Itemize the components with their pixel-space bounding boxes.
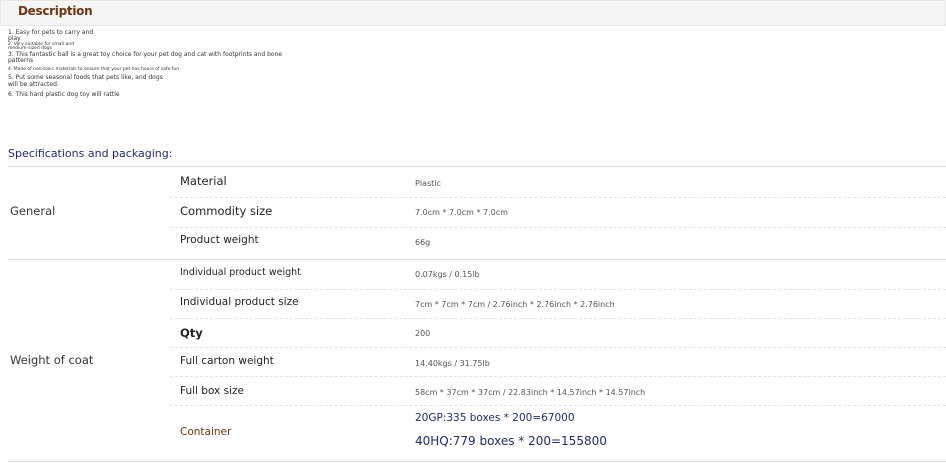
table-top-rule	[8, 166, 946, 167]
row-label-individual-product-weight: Individual product weight	[180, 267, 301, 278]
row-divider	[170, 347, 946, 348]
row-label-full-box-size: Full box size	[180, 385, 244, 397]
group-divider	[8, 259, 946, 260]
row-divider	[170, 227, 946, 228]
description-line: 3. This fantastic ball is a great toy ch…	[8, 51, 283, 59]
row-label-material: Material	[180, 174, 227, 188]
row-value-product-weight: 66g	[415, 238, 431, 247]
description-line: patterns	[8, 57, 34, 65]
description-line: will be attracted.	[8, 80, 59, 88]
row-value-material: Plastic	[415, 179, 441, 188]
description-line: 6. This hard plastic dog toy will rattle	[8, 90, 120, 98]
row-label-qty: Qty	[180, 326, 203, 340]
row-value-individual-product-weight: 0.07kgs / 0.15lb	[415, 270, 480, 279]
description-header: Description	[0, 0, 946, 26]
row-value-qty: 200	[415, 329, 431, 338]
row-divider	[170, 318, 946, 319]
row-value-commodity-size: 7.0cm * 7.0cm * 7.0cm	[415, 208, 508, 217]
group-label-weight-of-coat: Weight of coat	[10, 353, 94, 367]
container-value-40hq: 40HQ:779 boxes * 200=155800	[415, 434, 607, 448]
row-divider	[170, 289, 946, 290]
row-label-container: Container	[180, 426, 232, 438]
group-label-general: General	[10, 204, 56, 218]
container-value-20gp: 20GP:335 boxes * 200=67000	[415, 412, 575, 424]
row-divider	[170, 197, 946, 198]
row-label-individual-product-size: Individual product size	[180, 296, 299, 308]
row-label-full-carton-weight: Full carton weight	[180, 355, 274, 367]
row-divider	[170, 376, 946, 377]
row-value-full-carton-weight: 14.40kgs / 31.75lb	[415, 359, 490, 368]
description-title: Description	[18, 4, 93, 18]
row-label-product-weight: Product weight	[180, 234, 259, 246]
description-body: 1. Easy for pets to carry and play 2. Ve…	[8, 29, 283, 98]
row-divider	[170, 405, 946, 406]
table-bottom-rule	[8, 461, 946, 462]
description-line: 4. Made of non-toxic materials to ensure…	[8, 66, 180, 72]
row-value-full-box-size: 58cm * 37cm * 37cm / 22.83inch * 14.57in…	[415, 388, 646, 397]
row-value-individual-product-size: 7cm * 7cm * 7cm / 2.76inch * 2.76inch * …	[415, 300, 615, 309]
specifications-title: Specifications and packaging:	[8, 147, 173, 160]
row-label-commodity-size: Commodity size	[180, 204, 273, 218]
